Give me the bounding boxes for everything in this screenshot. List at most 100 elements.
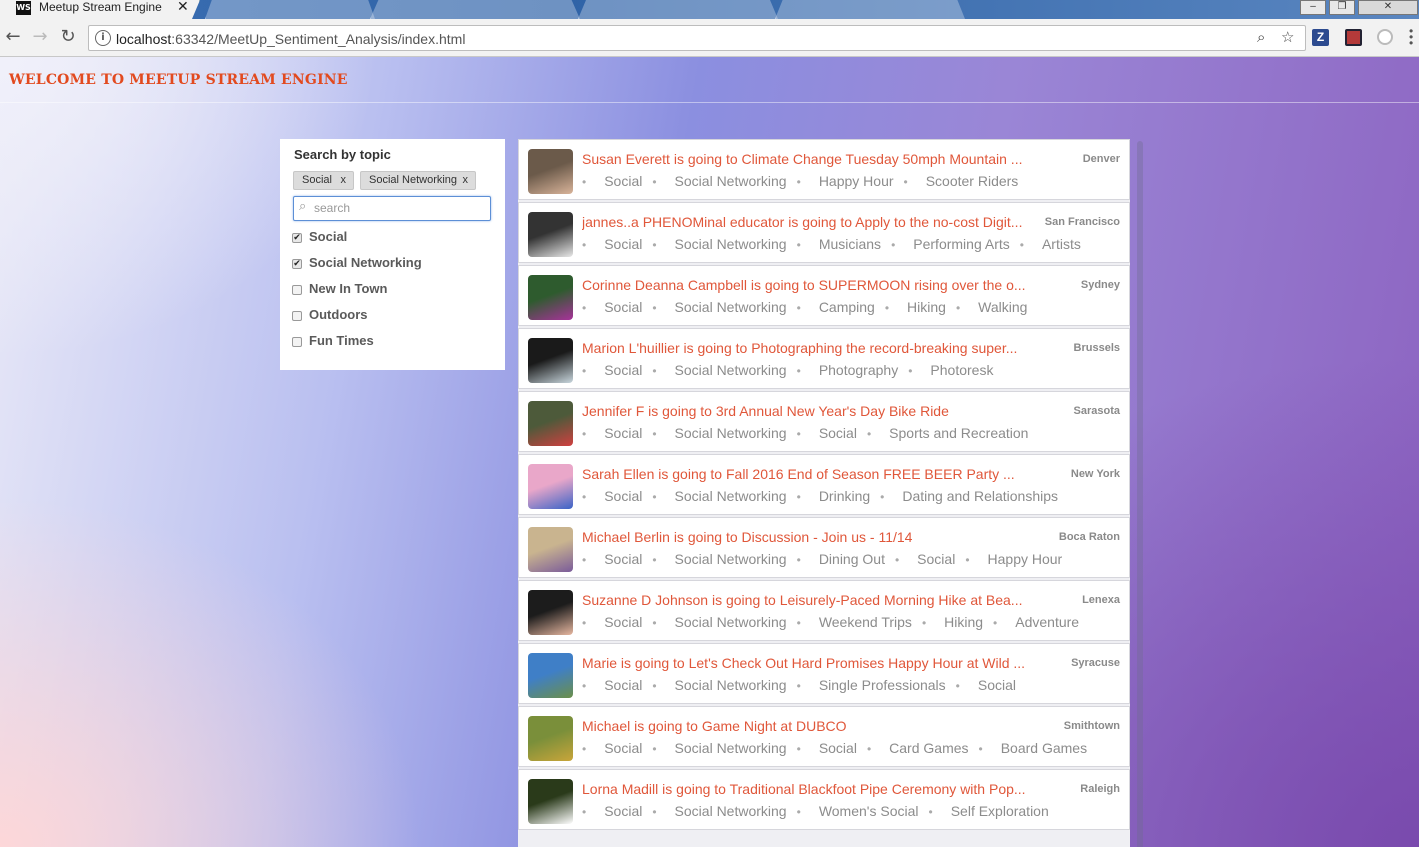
forward-button[interactable]: → (30, 27, 50, 47)
member-avatar (528, 401, 573, 446)
checkbox-checked[interactable]: ✔ (292, 259, 302, 269)
rsvp-headline[interactable]: Corinne Deanna Campbell is going to SUPE… (582, 277, 1037, 293)
rsvp-headline[interactable]: Sarah Ellen is going to Fall 2016 End of… (582, 466, 1037, 482)
reload-button[interactable]: ↻ (58, 27, 78, 47)
remove-chip-icon[interactable]: x (463, 172, 469, 189)
minimize-window-button[interactable]: – (1300, 0, 1326, 15)
member-avatar (528, 464, 573, 509)
rsvp-topic-tags: Social Social Networking Photography Photor… (582, 362, 1003, 380)
topic-filter-panel: Search by topic Social x Social Networki… (280, 139, 505, 370)
checkbox-unchecked[interactable] (292, 337, 302, 347)
rsvp-headline[interactable]: Michael Berlin is going to Discussion - … (582, 529, 1037, 545)
topic-search-input[interactable] (314, 199, 484, 217)
rsvp-feed: Susan Everett is going to Climate Change… (518, 139, 1130, 847)
topic-tag: Scooter Riders (904, 173, 1019, 189)
member-avatar (528, 716, 573, 761)
topic-tag: Photoresk (908, 362, 993, 378)
topic-tag: Social (582, 803, 642, 819)
topic-tag: Social Networking (652, 614, 786, 630)
topic-tag: Happy Hour (797, 173, 894, 189)
close-window-button[interactable]: ✕ (1358, 0, 1418, 15)
remove-chip-icon[interactable]: x (341, 172, 347, 189)
rsvp-city: San Francisco (1044, 216, 1120, 228)
checkbox-unchecked[interactable] (292, 311, 302, 321)
site-info-icon[interactable]: i (95, 30, 111, 46)
rsvp-list-item[interactable]: Suzanne D Johnson is going to Leisurely-… (518, 580, 1130, 641)
rsvp-headline[interactable]: jannes..a PHENOMinal educator is going t… (582, 214, 1037, 230)
rsvp-topic-tags: Social Social Networking Single Profession… (582, 677, 1026, 695)
zoom-icon[interactable]: ⌕ (1257, 28, 1265, 46)
rsvp-headline[interactable]: Suzanne D Johnson is going to Leisurely-… (582, 592, 1037, 608)
topic-tag: Social (956, 677, 1016, 693)
back-button[interactable]: ← (3, 27, 23, 47)
rsvp-topic-tags: Social Social Networking Social Sports and … (582, 425, 1038, 443)
topic-tag: Social (582, 551, 642, 567)
rsvp-city: Brussels (1073, 342, 1120, 354)
topic-tag: Social Networking (652, 488, 786, 504)
rsvp-list-item[interactable]: Corinne Deanna Campbell is going to SUPE… (518, 265, 1130, 326)
rsvp-headline[interactable]: Lorna Madill is going to Traditional Bla… (582, 781, 1037, 797)
rsvp-headline[interactable]: Marie is going to Let's Check Out Hard P… (582, 655, 1037, 671)
topic-tag: Social Networking (652, 740, 786, 756)
topic-tag: Social (582, 677, 642, 693)
rsvp-headline[interactable]: Michael is going to Game Night at DUBCO (582, 718, 1037, 734)
browser-tabstrip: WS Meetup Stream Engine ✕ – ❐ ✕ (0, 0, 1419, 19)
browser-tab-background[interactable] (370, 0, 580, 19)
flag-extension-icon[interactable] (1345, 29, 1362, 46)
circle-extension-icon[interactable] (1377, 29, 1393, 45)
member-avatar (528, 527, 573, 572)
search-icon: ⌕ (299, 199, 307, 214)
rsvp-topic-tags: Social Social Networking Drinking Dating an… (582, 488, 1068, 506)
tab-close-icon[interactable]: ✕ (177, 0, 189, 13)
feed-scrollbar[interactable] (1137, 141, 1143, 847)
checkbox-unchecked[interactable] (292, 285, 302, 295)
maximize-window-button[interactable]: ❐ (1329, 0, 1355, 15)
zotero-extension-icon[interactable]: Z (1312, 29, 1329, 46)
rsvp-list-item[interactable]: Michael is going to Game Night at DUBCO S… (518, 706, 1130, 767)
rsvp-list-item[interactable]: Sarah Ellen is going to Fall 2016 End of… (518, 454, 1130, 515)
rsvp-headline[interactable]: Marion L'huillier is going to Photograph… (582, 340, 1037, 356)
rsvp-list-item[interactable]: Susan Everett is going to Climate Change… (518, 139, 1130, 200)
topic-option-label: New In Town (309, 281, 388, 296)
rsvp-list-item[interactable]: Marion L'huillier is going to Photograph… (518, 328, 1130, 389)
topic-search-box: ⌕ (293, 196, 491, 221)
bookmark-star-icon[interactable]: ☆ (1281, 28, 1294, 46)
rsvp-list-item[interactable]: jannes..a PHENOMinal educator is going t… (518, 202, 1130, 263)
topic-tag: Weekend Trips (797, 614, 912, 630)
rsvp-list-item[interactable]: Lorna Madill is going to Traditional Bla… (518, 769, 1130, 830)
rsvp-list-item[interactable]: Jennifer F is going to 3rd Annual New Ye… (518, 391, 1130, 452)
topic-tag: Social (582, 488, 642, 504)
checkbox-checked[interactable]: ✔ (292, 233, 302, 243)
topic-tag: Social Networking (652, 173, 786, 189)
selected-topic-chip: Social Networking x (360, 171, 476, 190)
rsvp-city: Sydney (1080, 279, 1120, 291)
browser-tab-background[interactable] (775, 0, 965, 19)
rsvp-headline[interactable]: Susan Everett is going to Climate Change… (582, 151, 1037, 167)
topic-tag: Social Networking (652, 299, 786, 315)
topic-tag: Social (582, 362, 642, 378)
topic-tag: Single Professionals (797, 677, 946, 693)
topic-option-label: Fun Times (309, 333, 374, 348)
browser-tab-background[interactable] (578, 0, 778, 19)
topic-tag: Performing Arts (891, 236, 1010, 252)
rsvp-topic-tags: Social Social Networking Weekend Trips Hiki… (582, 614, 1089, 632)
topic-tag: Social Networking (652, 362, 786, 378)
rsvp-list-item[interactable]: Michael Berlin is going to Discussion - … (518, 517, 1130, 578)
member-avatar (528, 779, 573, 824)
browser-tab-background[interactable] (205, 0, 375, 19)
rsvp-headline[interactable]: Jennifer F is going to 3rd Annual New Ye… (582, 403, 1037, 419)
topic-tag: Social (582, 173, 642, 189)
chip-label: Social Networking (369, 174, 458, 186)
rsvp-list-item[interactable]: Marie is going to Let's Check Out Hard P… (518, 643, 1130, 704)
topic-tag: Social (895, 551, 955, 567)
selected-topic-chip: Social x (293, 171, 354, 190)
address-bar[interactable]: i localhost:63342/MeetUp_Sentiment_Analy… (88, 25, 1306, 51)
member-avatar (528, 590, 573, 635)
browser-tab-active[interactable]: WS Meetup Stream Engine ✕ (0, 0, 200, 19)
rsvp-topic-tags: Social Social Networking Happy Hour Scooter… (582, 173, 1028, 191)
browser-menu-icon[interactable]: • • • (1409, 25, 1413, 49)
chip-label: Social (302, 174, 332, 186)
topic-tag: Social (797, 425, 857, 441)
rsvp-topic-tags: Social Social Networking Dining Out Social H… (582, 551, 1072, 569)
rsvp-city: Smithtown (1063, 720, 1120, 732)
